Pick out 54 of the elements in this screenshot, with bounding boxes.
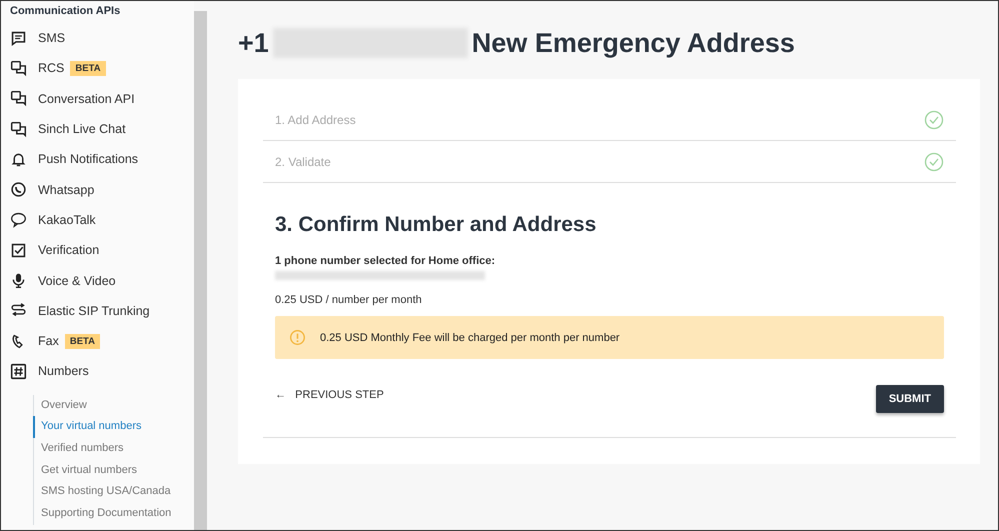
nav-item[interactable]: KakaoTalk — [1, 204, 194, 236]
warning-text: 0.25 USD Monthly Fee will be charged per month per number — [320, 332, 620, 344]
nav-item[interactable]: Verification — [1, 235, 194, 266]
nav-label: Push Notifications — [38, 152, 138, 166]
nav-label: Numbers — [38, 364, 89, 378]
phone-bubble-icon — [10, 181, 27, 198]
nav-item[interactable]: Fax BETA — [1, 326, 194, 356]
subnav-item[interactable]: Supporting Documentation — [34, 503, 194, 525]
submit-button[interactable]: SUBMIT — [876, 385, 944, 413]
nav-item[interactable]: Push Notifications — [1, 144, 194, 174]
nav-label: Voice & Video — [38, 274, 116, 288]
step-label: 1. Add Address — [275, 112, 356, 126]
beta-badge: BETA — [64, 334, 100, 349]
nav-item[interactable]: RCS BETA — [1, 53, 194, 84]
previous-step-link[interactable]: ← PREVIOUS STEP — [275, 389, 384, 401]
chat-bubbles-icon — [10, 120, 27, 138]
selection-text: 1 phone number selected for Home office: — [275, 255, 496, 267]
country-code: +1 — [238, 28, 269, 58]
subnav-item[interactable]: Verified numbers — [34, 438, 194, 460]
chat-bubbles-icon — [10, 90, 27, 108]
nav-label: KakaoTalk — [38, 212, 96, 227]
price-text: 0.25 USD / number per month — [275, 294, 423, 306]
nav-label: RCS — [38, 61, 64, 76]
warning-icon — [289, 329, 306, 346]
step-label: 2. Validate — [275, 154, 331, 168]
step-title: 3. Confirm Number and Address — [275, 213, 598, 237]
scrollbar[interactable] — [194, 11, 207, 530]
message-icon — [10, 30, 27, 47]
subnav-item[interactable]: Get virtual numbers — [34, 460, 194, 482]
hash-icon — [10, 362, 27, 380]
nav-label: Fax — [38, 334, 59, 348]
nav-item[interactable]: Voice & Video — [1, 265, 194, 296]
nav-item[interactable]: SMS — [1, 23, 194, 54]
bell-icon — [10, 150, 27, 168]
nav-item[interactable]: Conversation API — [1, 84, 194, 114]
beta-badge: BETA — [70, 60, 106, 76]
nav-item[interactable]: Elastic SIP Trunking — [1, 296, 194, 326]
nav-label: Elastic SIP Trunking — [38, 304, 150, 318]
nav-label: SMS — [38, 31, 66, 46]
nav-label: Whatsapp — [38, 182, 94, 197]
nav-item[interactable]: Numbers — [1, 356, 194, 387]
section-heading: Communication APIs — [9, 5, 122, 19]
checkbox-icon — [10, 242, 27, 259]
nav-item[interactable]: Whatsapp — [1, 174, 194, 205]
talk-bubble-icon — [10, 211, 27, 228]
nav-label: Verification — [38, 243, 100, 258]
nav-label: Sinch Live Chat — [38, 122, 126, 136]
subnav-item[interactable]: Overview — [34, 394, 194, 416]
subnav-item[interactable]: SMS hosting USA/Canada — [34, 481, 194, 503]
nav-item[interactable]: Sinch Live Chat — [1, 114, 194, 144]
chat-bubbles-icon — [10, 60, 27, 77]
nav-label: Conversation API — [38, 92, 135, 106]
microphone-icon — [10, 272, 27, 290]
page-title: New Emergency Address — [472, 28, 795, 58]
